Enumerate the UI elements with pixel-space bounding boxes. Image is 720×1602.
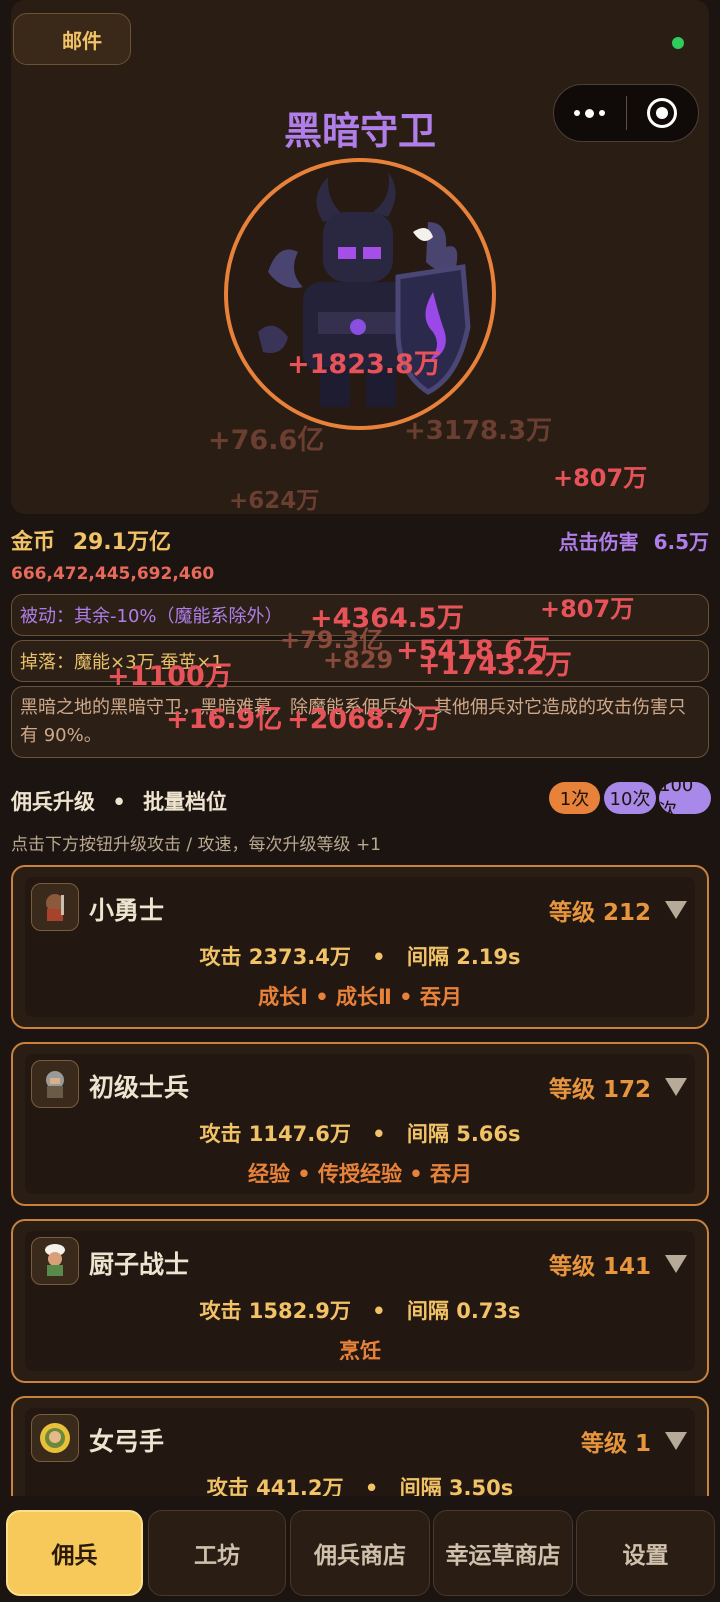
mercenary-level: 等级 1 xyxy=(580,1431,651,1457)
mercenary-attack: 攻击 1582.9万 xyxy=(199,1299,351,1323)
mercenary-interval: 间隔 0.73s xyxy=(406,1299,521,1323)
mercenary-interval: 间隔 2.19s xyxy=(406,945,521,969)
stat-separator: • xyxy=(372,945,386,969)
floating-damage: +807万 xyxy=(553,464,648,492)
mercenary-name: 厨子战士 xyxy=(89,1250,190,1279)
mercenary-card[interactable]: 小勇士 等级 212 攻击 2373.4万 • 间隔 2.19s 成长Ⅰ • 成… xyxy=(11,865,709,1029)
floating-damage: +624万 xyxy=(229,488,320,514)
mail-button-label: 邮件 xyxy=(62,28,102,53)
boss-portrait[interactable] xyxy=(224,158,496,430)
archer-icon xyxy=(40,1423,70,1453)
mercenary-stats: 攻击 1147.6万 • 间隔 5.66s xyxy=(13,1118,707,1148)
mercenary-avatar xyxy=(31,1060,79,1108)
floating-damage: +16.9亿 xyxy=(166,704,283,735)
mercenary-avatar xyxy=(31,883,79,931)
mercenary-name: 初级士兵 xyxy=(89,1073,190,1102)
mercenary-stats: 攻击 2373.4万 • 间隔 2.19s xyxy=(13,941,707,971)
stat-separator: • xyxy=(372,1122,386,1146)
upgrade-title: 佣兵升级 xyxy=(11,790,95,814)
boss-passive-text: 被动：其余-10%（魔能系除外） xyxy=(20,606,283,627)
batch-tier-label: 批量档位 xyxy=(143,790,228,814)
mercenary-tags: 成长Ⅰ • 成长Ⅱ • 吞月 xyxy=(258,985,462,1009)
floating-damage: +1743.2万 xyxy=(418,650,572,681)
floating-damage: +807万 xyxy=(540,595,635,623)
mercenary-tags: 烹饪 xyxy=(339,1339,381,1363)
floating-damage: +2068.7万 xyxy=(287,704,441,735)
gold-label: 金币 xyxy=(11,530,56,555)
floating-damage: +3178.3万 xyxy=(404,416,553,446)
chevron-down-icon[interactable] xyxy=(665,1078,687,1096)
chef-icon xyxy=(45,1244,65,1276)
tier-1x-button[interactable]: 1次 xyxy=(549,782,600,814)
mercenary-level: 等级 172 xyxy=(548,1077,651,1103)
warrior-icon xyxy=(46,894,64,921)
gold-display: 金币 29.1万亿 xyxy=(11,524,171,556)
upgrade-hint: 点击下方按钮升级攻击 / 攻速，每次升级等级 +1 xyxy=(11,835,381,855)
mercenary-level: 等级 141 xyxy=(548,1254,651,1280)
dark-knight-icon xyxy=(258,172,471,407)
tab-clover-shop[interactable]: 幸运草商店 xyxy=(433,1510,573,1596)
tab-settings[interactable]: 设置 xyxy=(576,1510,715,1596)
mercenary-card[interactable]: 厨子战士 等级 141 攻击 1582.9万 • 间隔 0.73s 烹饪 xyxy=(11,1219,709,1383)
mercenary-name: 小勇士 xyxy=(89,896,165,925)
mercenary-avatar xyxy=(31,1414,79,1462)
floating-damage: +76.6亿 xyxy=(208,425,325,456)
tier-10x-button[interactable]: 10次 xyxy=(604,782,656,814)
floating-damage: +829 xyxy=(323,646,394,674)
mercenary-avatar xyxy=(31,1237,79,1285)
mercenary-attack: 攻击 1147.6万 xyxy=(199,1122,351,1146)
gold-exact-value: 666,472,445,692,460 xyxy=(11,564,215,584)
tab-mercenary-shop[interactable]: 佣兵商店 xyxy=(290,1510,430,1596)
title-separator: • xyxy=(112,790,126,814)
mercenary-interval: 间隔 5.66s xyxy=(406,1122,521,1146)
tab-workshop[interactable]: 工坊 xyxy=(148,1510,286,1596)
click-damage-label: 点击伤害 xyxy=(558,530,639,554)
chevron-down-icon[interactable] xyxy=(665,1432,687,1450)
click-damage-value: 6.5万 xyxy=(653,530,709,554)
mercenary-tags: 经验 • 传授经验 • 吞月 xyxy=(247,1162,473,1186)
chevron-down-icon[interactable] xyxy=(665,1255,687,1273)
upgrade-section-title: 佣兵升级 • 批量档位 xyxy=(11,786,227,816)
boss-hit-damage: +1823.8万 xyxy=(287,349,441,380)
chevron-down-icon[interactable] xyxy=(665,901,687,919)
floating-damage: +1100万 xyxy=(107,661,232,692)
mercenary-attack: 攻击 2373.4万 xyxy=(199,945,351,969)
gold-value: 29.1万亿 xyxy=(72,530,171,555)
soldier-icon xyxy=(46,1071,64,1098)
mercenary-card[interactable]: 初级士兵 等级 172 攻击 1147.6万 • 间隔 5.66s 经验 • 传… xyxy=(11,1042,709,1206)
boss-name: 黑暗守卫 xyxy=(283,109,436,153)
online-status-dot xyxy=(672,37,684,49)
stat-separator: • xyxy=(372,1299,386,1323)
tab-mercenaries[interactable]: 佣兵 xyxy=(6,1510,143,1596)
mercenary-level: 等级 212 xyxy=(548,900,651,926)
mail-button[interactable]: 邮件 xyxy=(13,13,131,65)
click-damage-display: 点击伤害 6.5万 xyxy=(559,526,709,555)
mercenary-stats: 攻击 1582.9万 • 间隔 0.73s xyxy=(13,1295,707,1325)
mercenary-name: 女弓手 xyxy=(89,1427,165,1456)
tier-100x-button[interactable]: 100次 xyxy=(659,775,711,821)
